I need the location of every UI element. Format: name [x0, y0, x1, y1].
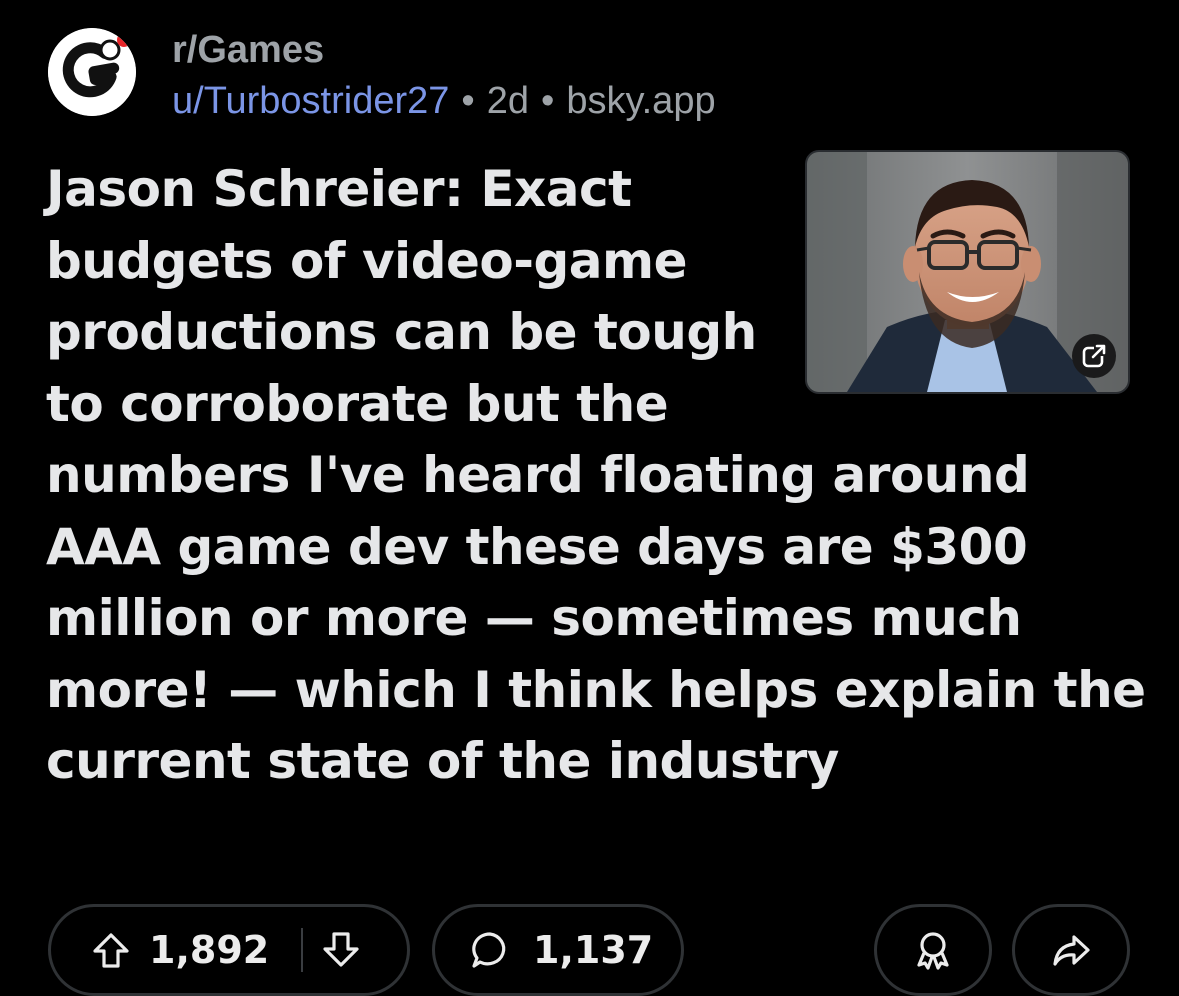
post-meta: r/Games u/Turbostrider27 • 2d • bsky.app: [172, 28, 716, 126]
separator-dot: •: [541, 80, 555, 122]
award-button[interactable]: [874, 904, 992, 996]
upvote-arrow-icon[interactable]: [91, 930, 131, 970]
subreddit-avatar[interactable]: [48, 28, 136, 116]
share-button[interactable]: [1012, 904, 1130, 996]
author-link[interactable]: u/Turbostrider27: [172, 80, 449, 122]
subreddit-name[interactable]: r/Games: [172, 28, 716, 72]
link-thumbnail[interactable]: [805, 150, 1130, 394]
vote-divider: [301, 928, 304, 972]
post-age: 2d: [486, 80, 529, 122]
games-logo-icon: [48, 28, 136, 116]
downvote-arrow-icon[interactable]: [321, 930, 361, 970]
post-domain[interactable]: bsky.app: [566, 80, 715, 122]
share-arrow-icon: [1050, 929, 1092, 971]
upvote-count: 1,892: [149, 928, 270, 972]
meta-line: u/Turbostrider27 • 2d • bsky.app: [172, 76, 716, 126]
award-icon: [912, 929, 954, 971]
separator-dot: •: [461, 80, 475, 122]
external-link-icon[interactable]: [1072, 334, 1116, 378]
comments-button[interactable]: 1,137: [432, 904, 684, 996]
comment-count: 1,137: [533, 928, 654, 972]
vote-control: 1,892: [48, 904, 410, 996]
comment-bubble-icon: [469, 929, 511, 971]
